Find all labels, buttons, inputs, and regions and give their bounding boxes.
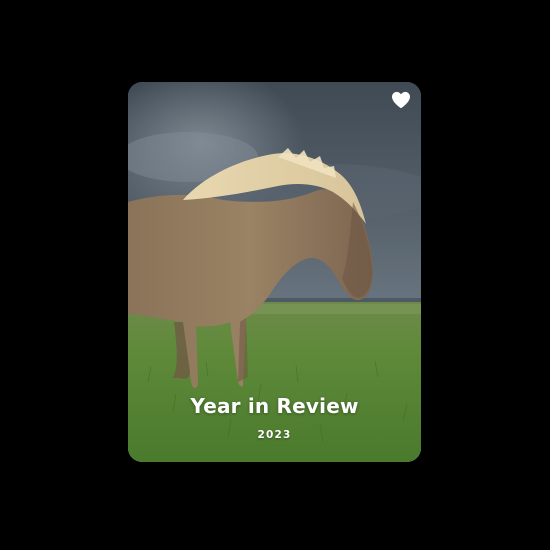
favorite-button[interactable] xyxy=(391,91,411,109)
card-title: Year in Review xyxy=(190,394,359,418)
heart-icon xyxy=(392,91,410,109)
card-year: 2023 xyxy=(257,429,292,441)
screen: Year in Review 2023 xyxy=(0,0,550,550)
year-in-review-card[interactable]: Year in Review 2023 xyxy=(128,82,421,462)
